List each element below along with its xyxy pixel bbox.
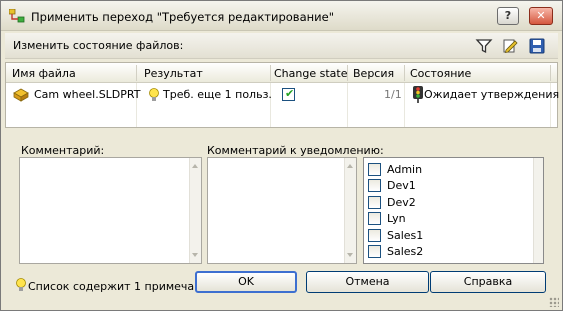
comment-textarea[interactable] [19, 157, 202, 264]
notify-users-list: Admin Dev1 Dev2 Lyn Sales1 Sales2 [363, 157, 544, 264]
table-header: Имя файла Результат Change state Версия … [6, 63, 557, 83]
user-label: Sales2 [387, 245, 424, 258]
column-header-version[interactable]: Версия [353, 67, 394, 80]
window-title: Применить переход "Требуется редактирова… [31, 10, 334, 24]
resize-grip[interactable] [549, 297, 559, 307]
user-label: Lyn [387, 212, 406, 225]
notes-status-text: Список содержит 1 примечание [28, 280, 216, 293]
notify-comment-textarea[interactable] [207, 157, 357, 264]
part-file-icon [13, 88, 29, 102]
help-button[interactable]: Справка [430, 271, 546, 293]
ok-button[interactable]: OK [195, 271, 297, 293]
column-header-result[interactable]: Результат [144, 67, 203, 80]
scroll-down-icon [192, 253, 198, 257]
user-label: Admin [387, 163, 423, 176]
result-text: Треб. еще 1 польз. [163, 88, 272, 101]
user-checkbox[interactable] [368, 245, 381, 258]
comment-label: Комментарий: [21, 144, 105, 157]
column-header-change-state[interactable]: Change state [274, 67, 347, 80]
file-name: Cam wheel.SLDPRT [34, 88, 141, 101]
list-item[interactable]: Lyn [368, 210, 538, 226]
list-item[interactable]: Sales1 [368, 227, 538, 243]
edit-comment-icon[interactable] [501, 37, 519, 55]
lightbulb-icon [16, 278, 26, 291]
scroll-up-icon [347, 164, 353, 168]
state-text: Ожидает утверждения [424, 88, 560, 101]
column-header-state[interactable]: Состояние [410, 67, 471, 80]
user-label: Dev1 [387, 179, 416, 192]
list-item[interactable]: Sales2 [368, 243, 538, 259]
comment-scrollbar[interactable] [189, 158, 201, 263]
save-icon[interactable] [528, 37, 546, 55]
toolbar-label: Изменить состояние файлов: [13, 39, 184, 52]
change-state-checkbox[interactable]: ✔ [282, 87, 295, 101]
notify-comment-scrollbar[interactable] [344, 158, 356, 263]
user-label: Sales1 [387, 229, 424, 242]
help-title-button[interactable]: ? [497, 7, 519, 25]
user-checkbox[interactable] [368, 229, 381, 242]
filter-icon[interactable] [475, 37, 493, 55]
table-row[interactable]: Cam wheel.SLDPRT Треб. еще 1 польз. ✔ 1/… [6, 84, 559, 106]
workflow-icon [9, 9, 25, 23]
user-checkbox[interactable] [368, 196, 381, 209]
scroll-down-icon [347, 253, 353, 257]
transition-dialog: Применить переход "Требуется редактирова… [0, 0, 563, 311]
list-item[interactable]: Dev2 [368, 194, 538, 210]
user-checkbox[interactable] [368, 163, 381, 176]
user-label: Dev2 [387, 196, 416, 209]
close-button[interactable]: ✕ [529, 7, 553, 25]
column-header-file[interactable]: Имя файла [12, 67, 76, 80]
version-text: 1/1 [384, 88, 402, 101]
lightbulb-icon [149, 88, 159, 101]
list-item[interactable]: Admin [368, 161, 538, 177]
title-bar: Применить переход "Требуется редактирова… [1, 1, 562, 31]
notify-comment-label: Комментарий к уведомлению: [207, 144, 384, 157]
user-checkbox[interactable] [368, 212, 381, 225]
files-table: Имя файла Результат Change state Версия … [5, 62, 559, 128]
list-item[interactable]: Dev1 [368, 177, 538, 193]
scroll-up-icon [192, 164, 198, 168]
user-checkbox[interactable] [368, 179, 381, 192]
toolbar: Изменить состояние файлов: [5, 33, 558, 59]
cancel-button[interactable]: Отмена [306, 271, 429, 293]
users-scrollbar[interactable] [533, 158, 543, 263]
workflow-state-icon [413, 86, 423, 103]
